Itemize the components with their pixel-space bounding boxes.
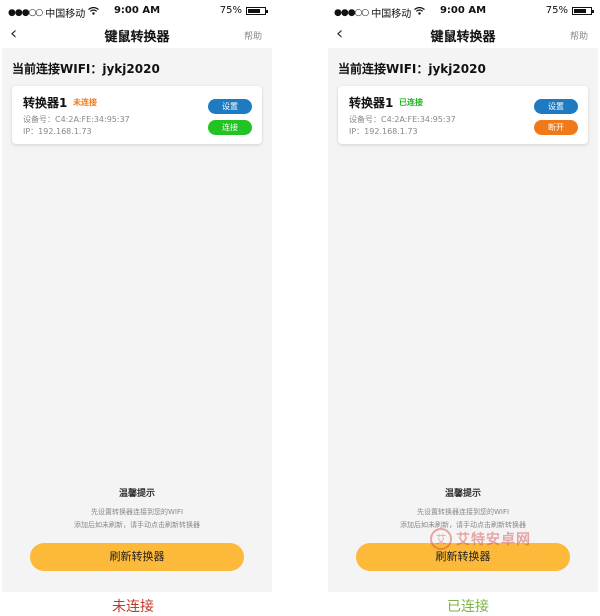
screen-disconnected: ●●●○○ 中国移动 9:00 AM 75% ‹ 键鼠转换器 帮助 当前连接WI… [2, 0, 272, 592]
battery-icon [246, 6, 268, 15]
help-link[interactable]: 帮助 [570, 29, 588, 42]
caption-disconnected: 未连接 [112, 599, 154, 615]
battery-percent: 75% [219, 5, 242, 16]
nav-bar: ‹ 键鼠转换器 帮助 [328, 22, 598, 48]
current-wifi-label: 当前连接WIFI：jykj2020 [338, 62, 486, 76]
tips-line-1: 先设置转换器连接到您的WIFI [90, 508, 184, 516]
battery-percent: 75% [545, 5, 568, 16]
device-card: 转换器1 已连接 设备号：C4:2A:FE:34:95:37 IP：192.16… [338, 86, 588, 144]
help-link[interactable]: 帮助 [244, 29, 262, 42]
caption-connected: 已连接 [447, 599, 489, 615]
battery-icon [572, 6, 594, 15]
tips-line-1: 先设置转换器连接到您的WIFI [416, 508, 510, 516]
status-bar: ●●●○○ 中国移动 9:00 AM 75% [2, 0, 272, 22]
device-id: 设备号：C4:2A:FE:34:95:37 [23, 115, 130, 124]
battery-fill [574, 8, 586, 13]
status-bar: ●●●○○ 中国移动 9:00 AM 75% [328, 0, 598, 22]
device-ip: IP：192.168.1.73 [23, 127, 92, 136]
refresh-converter-button[interactable]: 刷新转换器 [30, 543, 244, 571]
watermark-text: 艾特安卓网 [456, 532, 531, 548]
watermark-mark-icon: 艾 [430, 528, 452, 550]
device-ip: IP：192.168.1.73 [349, 127, 418, 136]
device-card: 转换器1 未连接 设备号：C4:2A:FE:34:95:37 IP：192.16… [12, 86, 262, 144]
settings-button[interactable]: 设置 [208, 99, 252, 114]
device-status-badge: 已连接 [399, 98, 423, 107]
tips-title: 温馨提示 [118, 489, 155, 499]
watermark-logo: 艾 艾特安卓网 [430, 528, 531, 550]
device-name: 转换器1 [23, 96, 68, 110]
connect-button[interactable]: 连接 [208, 120, 252, 135]
battery-fill [248, 8, 260, 13]
tips-line-2: 添加后如未刷新，请手动点击刷新转换器 [74, 521, 200, 529]
device-name: 转换器1 [349, 96, 394, 110]
tips-title: 温馨提示 [444, 489, 481, 499]
nav-bar: ‹ 键鼠转换器 帮助 [2, 22, 272, 48]
screen-connected: ●●●○○ 中国移动 9:00 AM 75% ‹ 键鼠转换器 帮助 当前连接WI… [328, 0, 598, 592]
page-title: 键鼠转换器 [430, 30, 496, 45]
disconnect-button[interactable]: 断开 [534, 120, 578, 135]
page-title: 键鼠转换器 [104, 30, 170, 45]
device-status-badge: 未连接 [73, 98, 97, 107]
device-id: 设备号：C4:2A:FE:34:95:37 [349, 115, 456, 124]
current-wifi-label: 当前连接WIFI：jykj2020 [12, 62, 160, 76]
settings-button[interactable]: 设置 [534, 99, 578, 114]
